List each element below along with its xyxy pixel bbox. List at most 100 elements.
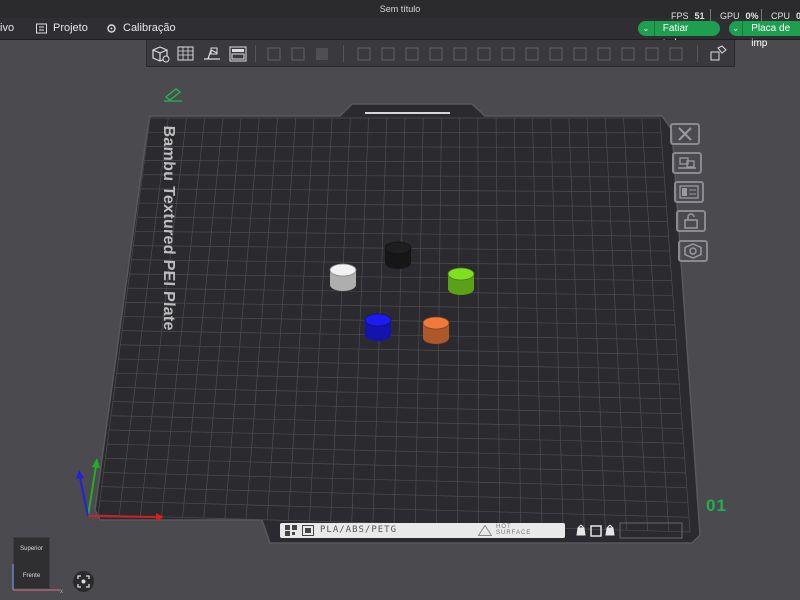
disabled-tool-button[interactable] [665,43,687,64]
plate-number: 01 [706,496,727,515]
toolbar-divider [697,45,698,62]
lock-plate-button[interactable] [676,210,706,232]
focus-icon [77,575,90,588]
plate-settings-button[interactable] [678,240,708,262]
tool-icon [381,47,395,60]
plate-info-strip: PLA/ABS/PETG HOT SURFACE [280,523,565,538]
disabled-tool-button[interactable] [641,43,663,64]
menu-label: Calibração [123,22,176,34]
close-icon [678,127,692,141]
slice-all-button[interactable]: ⌄ Fatiar tudo [638,21,720,49]
gpu-stat: GPU 0% [720,11,759,21]
filament-tag: PLA/ABS/PETG [320,525,398,535]
menu-file[interactable]: ivo [0,22,14,34]
cpu-stat: CPU 0 [771,11,800,21]
edit-plate-name-icon[interactable] [164,88,182,102]
divider [761,9,762,21]
chevron-down-icon[interactable]: ⌄ [729,21,742,36]
disabled-tool-button[interactable] [521,43,543,64]
white-cylinder[interactable] [329,263,357,291]
menu-label: ivo [0,22,15,34]
tool-icon [453,47,467,60]
qr-icon [285,525,297,536]
menu-project[interactable]: Projeto [36,22,88,34]
tool-icon [267,47,281,60]
toolbar-divider [255,45,256,62]
disabled-tool-button[interactable] [425,43,447,64]
disabled-tool-button[interactable] [545,43,567,64]
orange-cylinder[interactable] [422,316,450,344]
divider [710,9,711,21]
view-cube-axes: x [12,564,63,595]
tool-icon [429,47,443,60]
tool-icon [669,47,683,60]
print-plate-button[interactable]: ⌄ Placa de imp [729,21,800,49]
plate-arrange-button[interactable] [674,181,704,203]
auto-arrange-plate-button[interactable] [672,152,702,174]
arrange-icon [679,185,699,199]
tool-icon [597,47,611,60]
remove-plate-button[interactable] [670,123,700,145]
disabled-tool-button[interactable] [617,43,639,64]
3d-viewport[interactable] [0,0,800,600]
arrange-button[interactable] [227,43,249,64]
tool-icon [477,47,491,60]
assembly-icon [710,44,727,60]
add-object-button[interactable] [149,43,171,64]
black-cylinder[interactable] [384,241,412,269]
disabled-tool-button[interactable] [377,43,399,64]
tool-icon [645,47,659,60]
disabled-tool-button[interactable] [569,43,591,64]
svg-text:x: x [60,589,63,595]
disabled-tool-button[interactable] [473,43,495,64]
square-icon [590,525,602,537]
hot-surface-label: HOT SURFACE [496,524,532,536]
plate-strip-controls [576,524,615,537]
warning-icon [478,525,492,536]
slice-all-label: Fatiar tudo [653,21,720,49]
tool-icon [501,47,515,60]
tool-icon [357,47,371,60]
disabled-tool-button[interactable] [497,43,519,64]
view-cube-top[interactable]: Superior [14,546,49,552]
upload-icon [605,524,615,536]
tool-icon [621,47,635,60]
chevron-down-icon[interactable]: ⌄ [638,21,654,36]
plate-orient-icon [678,157,696,169]
disabled-tool-button[interactable] [449,43,471,64]
tool-icon [573,47,587,60]
disabled-tool-button[interactable] [263,43,285,64]
zoom-to-fit-button[interactable] [73,571,94,592]
upload-icon [576,524,586,536]
disabled-tool-button[interactable] [311,43,333,64]
toolbar-divider [343,45,344,62]
fps-stat: FPS 51 [671,11,705,21]
add-plate-button[interactable] [175,43,197,64]
plate-name-label: Bambu Textured PEI Plate [160,125,177,332]
tool-icon [405,47,419,60]
auto-orient-button[interactable] [201,43,223,64]
disabled-tool-button[interactable] [593,43,615,64]
tool-icon [525,47,539,60]
disabled-tool-button[interactable] [287,43,309,64]
tool-icon [549,47,563,60]
green-cylinder[interactable] [447,267,475,295]
menu-label: Projeto [53,22,88,34]
build-plate[interactable] [94,103,701,544]
add-cube-icon [152,45,170,62]
blue-cylinder[interactable] [364,313,392,341]
menu-calibration[interactable]: Calibração [106,22,176,34]
calibration-icon [107,23,116,33]
disabled-tool-button[interactable] [353,43,375,64]
print-plate-label: Placa de imp [742,21,800,49]
orient-icon [204,47,220,60]
lock-icon [684,213,698,229]
main-toolbar [146,40,735,67]
disabled-tool-button[interactable] [401,43,423,64]
tool-icon [291,47,305,60]
assembly-view-button[interactable] [707,43,729,64]
gear-icon [684,243,702,259]
tool-icon [316,47,328,60]
plate-type-icon [302,525,314,536]
project-icon [36,23,47,33]
